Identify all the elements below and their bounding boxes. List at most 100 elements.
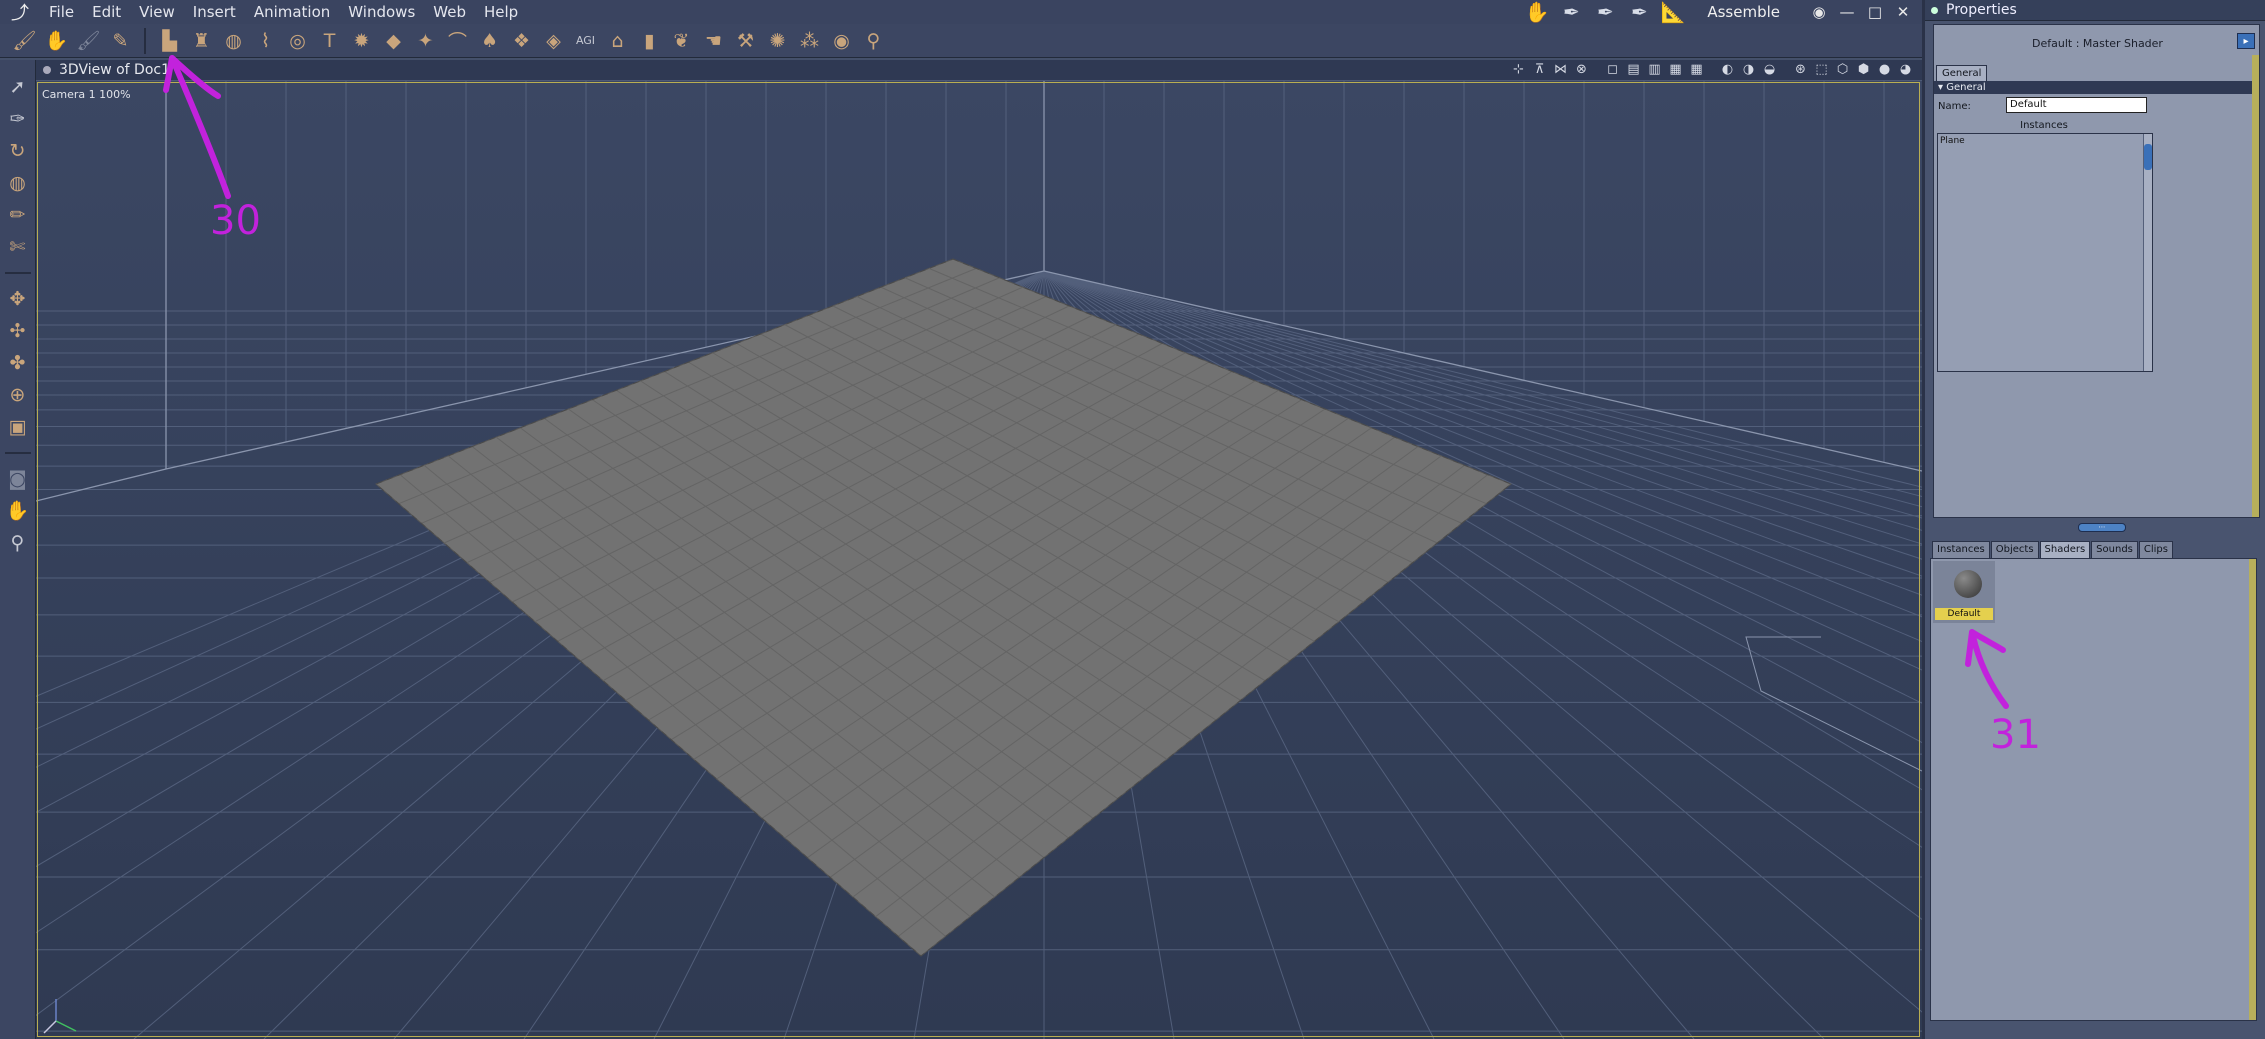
group-general-header[interactable]: ▾ General <box>1934 81 2259 94</box>
scene-canvas[interactable] <box>36 81 1922 1039</box>
cube-icon[interactable]: ▣ <box>4 412 32 441</box>
menu-file[interactable]: File <box>40 0 83 24</box>
layout-four-icon[interactable]: ▦ <box>1688 61 1705 78</box>
tab-sounds[interactable]: Sounds <box>2091 541 2138 558</box>
rotate-icon[interactable]: ↻ <box>4 136 32 165</box>
text-icon[interactable]: T <box>315 26 344 55</box>
panel-menu-icon[interactable] <box>1931 6 1938 14</box>
panel-splitter[interactable]: ⋯ <box>1922 521 2265 535</box>
primitive-icon[interactable]: ♠ <box>475 26 504 55</box>
shader-label[interactable]: Default <box>1935 608 1993 620</box>
lathe-icon[interactable]: ♜ <box>187 26 216 55</box>
shader-thumbnail[interactable]: Default <box>1933 561 1995 623</box>
layout-four-icon[interactable]: ▦ <box>1667 61 1684 78</box>
pen-room-icon[interactable]: ✒ <box>1557 0 1585 24</box>
hand-shape-icon[interactable]: ☚ <box>699 26 728 55</box>
pen-room-icon[interactable]: ✒ <box>1625 0 1653 24</box>
tab-general[interactable]: General <box>1936 65 1988 81</box>
rotate-trackball-icon[interactable]: ⊕ <box>4 380 32 409</box>
move-icon[interactable]: ✥ <box>4 284 32 313</box>
minimize-button[interactable]: — <box>1836 2 1858 22</box>
bone-icon[interactable]: ⚲ <box>859 26 888 55</box>
maximize-button[interactable]: □ <box>1864 2 1886 22</box>
pipe-icon[interactable]: ⌇ <box>251 26 280 55</box>
cog-icon[interactable]: ✺ <box>763 26 792 55</box>
menu-windows[interactable]: Windows <box>339 0 424 24</box>
viewport-menu-icon[interactable] <box>43 66 51 74</box>
plane-icon[interactable]: ◆ <box>379 26 408 55</box>
gear-icon[interactable]: ✹ <box>347 26 376 55</box>
sphere-icon[interactable]: ◍ <box>219 26 248 55</box>
tab-objects[interactable]: Objects <box>1990 541 2039 558</box>
spiral-icon[interactable]: ◍ <box>4 168 32 197</box>
close-button[interactable]: ✕ <box>1892 2 1914 22</box>
box-icon[interactable]: ◈ <box>539 26 568 55</box>
house-icon[interactable]: ⌂ <box>603 26 632 55</box>
sphere-shaded-icon[interactable]: ◕ <box>1897 61 1914 78</box>
3d-viewport[interactable]: 3DView of Doc1 ⊹ ⊼ ⋈ ⊗ ◻ ▤ ▥ ▦ ▦ ◐ ◑ ◒ ⊛… <box>36 60 1922 1039</box>
layout-two-icon[interactable]: ▤ <box>1625 61 1642 78</box>
instances-scrollbar[interactable] <box>2143 134 2152 371</box>
view-mask-icon[interactable]: ◐ <box>1719 61 1736 78</box>
pen-room-icon[interactable]: ✒ <box>1591 0 1619 24</box>
paint-brush-icon[interactable]: 🖌 <box>10 26 39 55</box>
view-mask-icon[interactable]: ◑ <box>1740 61 1757 78</box>
terrain-icon[interactable]: ▙ <box>155 26 184 55</box>
axis-icon[interactable]: ⊛ <box>1792 61 1809 78</box>
layout-single-icon[interactable]: ◻ <box>1604 61 1621 78</box>
room-name[interactable]: Assemble <box>1707 3 1780 21</box>
bbox-icon[interactable]: ⬚ <box>1813 61 1830 78</box>
menu-view[interactable]: View <box>130 0 184 24</box>
grid-icon[interactable]: ⋈ <box>1552 61 1569 78</box>
brush-icon[interactable]: 🖌 <box>74 26 103 55</box>
menu-help[interactable]: Help <box>475 0 527 24</box>
ruler-room-icon[interactable]: 📐 <box>1659 0 1687 24</box>
properties-scrollbar[interactable] <box>2252 55 2259 517</box>
zoom-icon[interactable]: ⚲ <box>4 528 32 557</box>
library-scrollbar[interactable] <box>2249 559 2256 1020</box>
tree-icon[interactable]: ⁂ <box>795 26 824 55</box>
pin-icon[interactable]: ▸ <box>2237 33 2255 49</box>
layout-three-icon[interactable]: ▥ <box>1646 61 1663 78</box>
cube-icon[interactable]: ⬡ <box>1834 61 1851 78</box>
sphere-shaded-icon[interactable]: ● <box>1876 61 1893 78</box>
menu-insert[interactable]: Insert <box>184 0 245 24</box>
menu-web[interactable]: Web <box>424 0 475 24</box>
snap-icon[interactable]: ⊹ <box>1510 61 1527 78</box>
landscape-icon[interactable]: ✦ <box>411 26 440 55</box>
cross-icon[interactable]: ⊗ <box>1573 61 1590 78</box>
splitter-handle[interactable]: ⋯ <box>2078 523 2126 532</box>
camera-label[interactable]: Camera 1 100% <box>42 88 131 101</box>
list-item[interactable]: Plane <box>1940 136 1965 146</box>
tab-clips[interactable]: Clips <box>2138 541 2173 558</box>
view-mask-icon[interactable]: ◒ <box>1761 61 1778 78</box>
box-icon[interactable]: ❖ <box>507 26 536 55</box>
scrollbar-thumb[interactable] <box>2144 144 2152 170</box>
name-field[interactable]: Default <box>2006 97 2147 113</box>
target-icon[interactable]: ◉ <box>827 26 856 55</box>
scale-icon[interactable]: ✤ <box>4 348 32 377</box>
select-arrow-icon[interactable]: ➚ <box>4 72 32 101</box>
eye-icon[interactable]: ◉ <box>1808 2 1830 22</box>
sculpt-brush-icon[interactable]: ✎ <box>106 26 135 55</box>
leaf-icon[interactable]: ❦ <box>667 26 696 55</box>
pencil-icon[interactable]: ✏ <box>4 200 32 229</box>
menu-animation[interactable]: Animation <box>245 0 339 24</box>
torus-icon[interactable]: ◎ <box>283 26 312 55</box>
boolean-icon[interactable]: ⌒ <box>443 26 472 55</box>
menu-edit[interactable]: Edit <box>83 0 130 24</box>
pan-hand-icon[interactable]: ✋ <box>4 496 32 525</box>
cylinder-icon[interactable]: ▮ <box>635 26 664 55</box>
tab-instances[interactable]: Instances <box>1932 541 1990 558</box>
cube-solid-icon[interactable]: ⬢ <box>1855 61 1872 78</box>
agi-icon[interactable]: AGI <box>571 26 600 55</box>
camera-icon[interactable]: ◙ <box>4 464 32 493</box>
lock-icon[interactable]: ⊼ <box>1531 61 1548 78</box>
hand-icon[interactable]: ✋ <box>42 26 71 55</box>
tab-shaders[interactable]: Shaders <box>2039 541 2091 558</box>
knife-icon[interactable]: ✄ <box>4 232 32 261</box>
move-alt-icon[interactable]: ✣ <box>4 316 32 345</box>
hand-room-icon[interactable]: ✋ <box>1523 0 1551 24</box>
instances-list[interactable]: Plane <box>1937 133 2153 372</box>
magic-wand-icon[interactable]: ⚒ <box>731 26 760 55</box>
